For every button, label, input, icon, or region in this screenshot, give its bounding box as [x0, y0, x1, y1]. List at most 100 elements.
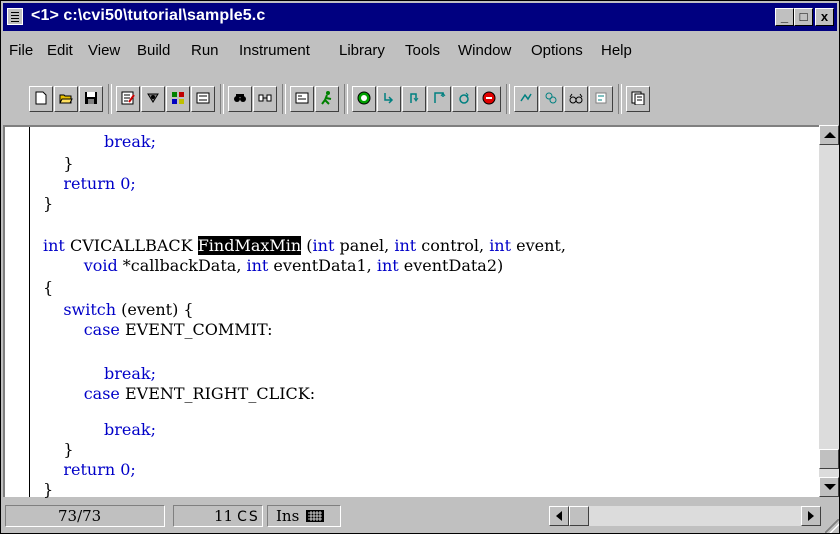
resize-grip-icon[interactable]: [825, 519, 839, 533]
close-button[interactable]: x: [815, 8, 834, 26]
replace-button[interactable]: [253, 86, 277, 112]
arrow-down-icon: [824, 484, 836, 490]
menu-view[interactable]: View: [88, 42, 120, 59]
code-line: }: [43, 440, 74, 459]
code-line: }: [43, 194, 54, 213]
selected-identifier[interactable]: FindMaxMin: [197, 236, 302, 255]
stop-button[interactable]: [477, 86, 501, 112]
go-icon: [357, 91, 371, 105]
save-button[interactable]: [79, 86, 103, 112]
scroll-right-button[interactable]: [801, 506, 821, 526]
code-line: break;: [43, 132, 157, 151]
continue-button[interactable]: [452, 86, 476, 112]
menu-build[interactable]: Build: [137, 42, 170, 59]
line-position: 73/73: [5, 505, 165, 527]
continue-icon: [459, 92, 469, 104]
variable-icon: [595, 92, 607, 104]
menu-file[interactable]: File: [9, 42, 33, 59]
code-line: return 0;: [43, 460, 136, 479]
scroll-down-button[interactable]: [819, 477, 839, 497]
panel-button[interactable]: [191, 86, 215, 112]
variable-button[interactable]: [589, 86, 613, 112]
arrow-right-icon: [808, 511, 814, 521]
breakpoint-icon: [520, 93, 532, 102]
find-button[interactable]: [228, 86, 252, 112]
menu-run[interactable]: Run: [191, 42, 219, 59]
code-line: {: [43, 278, 54, 297]
code-line: void *callbackData, int eventData1, int …: [83, 256, 504, 275]
close-icon: x: [820, 9, 829, 24]
open-file-icon: [59, 94, 73, 104]
arrow-left-icon: [556, 511, 562, 521]
edit-button[interactable]: [116, 86, 140, 112]
menu-options[interactable]: Options: [531, 42, 583, 59]
watch-button[interactable]: [539, 86, 563, 112]
compile-icon: [147, 93, 159, 103]
menu-library[interactable]: Library: [339, 42, 385, 59]
minimize-icon: _: [780, 9, 789, 24]
arrow-up-icon: [824, 132, 836, 138]
go-button[interactable]: [352, 86, 376, 112]
code-line: return 0;: [43, 174, 136, 193]
menu-tools[interactable]: Tools: [405, 42, 440, 59]
status-bar: 73/73 11 C S Ins: [1, 499, 839, 533]
window-title: <1> c:\cvi50\tutorial\sample5.c: [31, 7, 266, 24]
step-into-button[interactable]: [377, 86, 401, 112]
compile-button[interactable]: [141, 86, 165, 112]
step-over-button[interactable]: [402, 86, 426, 112]
function-signature-line: int CVICALLBACK FindMaxMin (int panel, i…: [43, 236, 566, 255]
edit-icon: [121, 91, 135, 105]
panel-icon: [196, 92, 210, 104]
vertical-scrollbar[interactable]: [819, 125, 839, 497]
horizontal-scroll-thumb[interactable]: [569, 506, 589, 526]
glasses-button[interactable]: [564, 86, 588, 112]
code-line: }: [43, 480, 54, 499]
new-file-icon: [35, 91, 47, 105]
toolbar: [4, 78, 838, 120]
minimize-button[interactable]: _: [775, 8, 794, 26]
menu-edit[interactable]: Edit: [47, 42, 73, 59]
glasses-icon: [569, 93, 583, 104]
finish-function-button[interactable]: [427, 86, 451, 112]
function-panel-icon: [295, 92, 309, 104]
step-over-icon: [410, 93, 419, 103]
breakpoint-button[interactable]: [514, 86, 538, 112]
run-button[interactable]: [315, 86, 339, 112]
scroll-thumb[interactable]: [819, 449, 839, 469]
insert-mode: Ins: [267, 505, 341, 527]
build-icon: [172, 92, 184, 104]
source-editor[interactable]: break; } return 0; } int CVICALLBACK Fin…: [3, 125, 821, 499]
scroll-up-button[interactable]: [819, 125, 839, 145]
menu-instrument[interactable]: Instrument: [239, 42, 310, 59]
find-icon: [234, 94, 246, 102]
new-file-button[interactable]: [29, 86, 53, 112]
project-button[interactable]: [626, 86, 650, 112]
function-panel-button[interactable]: [290, 86, 314, 112]
code-area[interactable]: break; } return 0; } int CVICALLBACK Fin…: [5, 127, 821, 499]
replace-icon: [258, 94, 272, 102]
finish-function-icon: [434, 92, 446, 103]
code-line: switch (event) {: [63, 300, 194, 319]
menu-window[interactable]: Window: [458, 42, 511, 59]
code-line: }: [43, 154, 74, 173]
scroll-left-button[interactable]: [549, 506, 569, 526]
stop-icon: [482, 91, 496, 105]
menu-help[interactable]: Help: [601, 42, 632, 59]
editor-window: <1> c:\cvi50\tutorial\sample5.c _ □ x Fi…: [0, 0, 840, 534]
column-indicator: 11 C S: [173, 505, 263, 527]
system-menu-icon[interactable]: [7, 8, 23, 25]
save-icon: [85, 92, 97, 104]
horizontal-scrollbar[interactable]: [549, 506, 821, 526]
run-icon: [321, 91, 332, 105]
step-into-icon: [384, 93, 394, 104]
project-icon: [631, 91, 645, 105]
maximize-icon: □: [799, 9, 808, 24]
code-line: case EVENT_COMMIT:: [83, 320, 273, 339]
build-button[interactable]: [166, 86, 190, 112]
title-bar[interactable]: <1> c:\cvi50\tutorial\sample5.c _ □ x: [3, 3, 837, 31]
code-line: break;: [43, 420, 157, 439]
open-file-button[interactable]: [54, 86, 78, 112]
code-line: case EVENT_RIGHT_CLICK:: [83, 384, 316, 403]
maximize-button[interactable]: □: [794, 8, 813, 26]
menu-bar: File Edit View Build Run Instrument Libr…: [1, 42, 839, 64]
